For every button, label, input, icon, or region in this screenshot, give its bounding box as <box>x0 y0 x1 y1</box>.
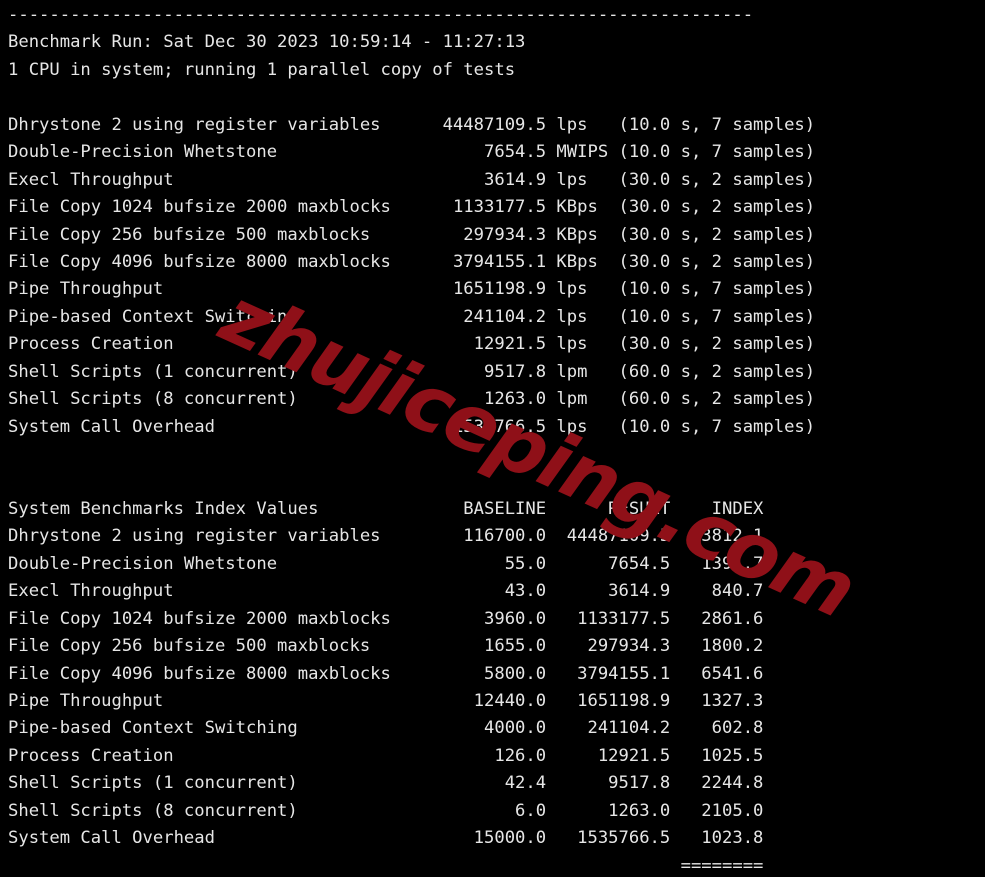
index-table-row: Double-Precision Whetstone 55.0 7654.5 1… <box>8 553 764 574</box>
index-table-row: Dhrystone 2 using register variables 116… <box>8 526 764 547</box>
separator-line: ----------------------------------------… <box>8 5 754 25</box>
benchmark-result-row: System Call Overhead 1535766.5 lps (10.0… <box>8 416 816 437</box>
index-table-row: Pipe-based Context Switching 4000.0 2411… <box>8 718 764 739</box>
cpu-info-line: 1 CPU in system; running 1 parallel copy… <box>8 59 516 80</box>
index-table-row: File Copy 256 bufsize 500 maxblocks 1655… <box>8 636 764 657</box>
index-table-row: System Call Overhead 15000.0 1535766.5 1… <box>8 828 764 849</box>
index-table-row: Process Creation 126.0 12921.5 1025.5 <box>8 745 764 766</box>
index-table-row: File Copy 4096 bufsize 8000 maxblocks 58… <box>8 663 764 684</box>
index-table-row: File Copy 1024 bufsize 2000 maxblocks 39… <box>8 608 764 629</box>
benchmark-result-row: Execl Throughput 3614.9 lps (30.0 s, 2 s… <box>8 169 816 190</box>
terminal-output: ----------------------------------------… <box>8 2 985 877</box>
benchmark-result-row: File Copy 1024 bufsize 2000 maxblocks 11… <box>8 197 816 218</box>
benchmark-result-row: Pipe Throughput 1651198.9 lps (10.0 s, 7… <box>8 279 816 300</box>
index-table-row: Shell Scripts (8 concurrent) 6.0 1263.0 … <box>8 800 764 821</box>
index-table-header: System Benchmarks Index Values BASELINE … <box>8 498 764 519</box>
benchmark-result-row: Double-Precision Whetstone 7654.5 MWIPS … <box>8 142 816 163</box>
benchmark-result-row: Shell Scripts (1 concurrent) 9517.8 lpm … <box>8 361 816 382</box>
benchmark-result-row: File Copy 4096 bufsize 8000 maxblocks 37… <box>8 251 816 272</box>
benchmark-result-row: Process Creation 12921.5 lps (30.0 s, 2 … <box>8 334 816 355</box>
benchmark-result-row: Pipe-based Context Switching 241104.2 lp… <box>8 306 816 327</box>
benchmark-result-row: Shell Scripts (8 concurrent) 1263.0 lpm … <box>8 389 816 410</box>
index-table-row: Shell Scripts (1 concurrent) 42.4 9517.8… <box>8 773 764 794</box>
benchmark-result-row: Dhrystone 2 using register variables 444… <box>8 114 816 135</box>
index-table-rule: ======== <box>8 855 764 876</box>
index-table-row: Pipe Throughput 12440.0 1651198.9 1327.3 <box>8 690 764 711</box>
benchmark-result-row: File Copy 256 bufsize 500 maxblocks 2979… <box>8 224 816 245</box>
benchmark-run-line: Benchmark Run: Sat Dec 30 2023 10:59:14 … <box>8 32 526 53</box>
terminal-window: ----------------------------------------… <box>0 0 985 877</box>
index-table-row: Execl Throughput 43.0 3614.9 840.7 <box>8 581 764 602</box>
